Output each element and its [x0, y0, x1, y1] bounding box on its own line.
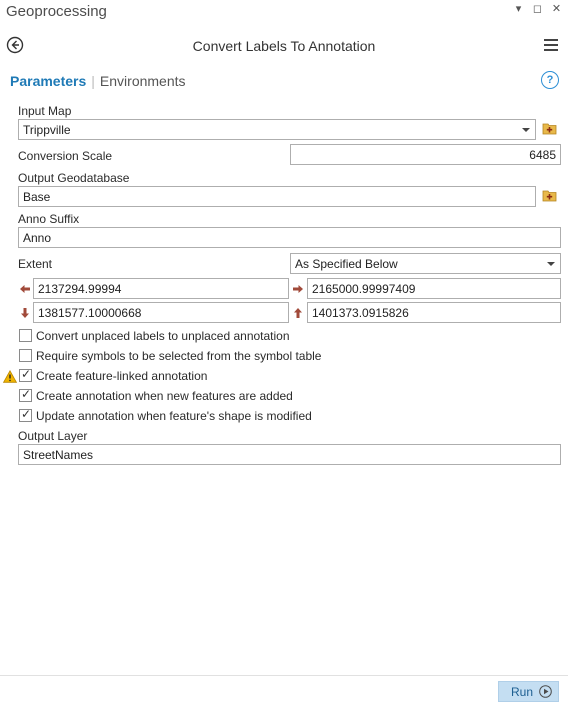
maximize-icon[interactable]: ◻: [532, 2, 543, 15]
play-icon: [539, 685, 552, 698]
input-map-label: Input Map: [18, 104, 72, 118]
create-on-add-checkbox[interactable]: ✓: [19, 387, 32, 402]
output-layer-label: Output Layer: [18, 429, 88, 443]
output-geodatabase-input[interactable]: Base: [18, 186, 536, 207]
arrow-left-icon: [20, 285, 30, 293]
hamburger-menu-icon[interactable]: [544, 39, 558, 51]
tab-strip: Parameters | Environments: [10, 73, 186, 89]
pane-options-icon[interactable]: ▾: [513, 2, 524, 15]
arrow-down-icon: [21, 308, 29, 318]
tab-environments[interactable]: Environments: [100, 73, 186, 89]
convert-unplaced-checkbox[interactable]: [19, 329, 32, 342]
checkmark-icon: ✓: [21, 407, 32, 421]
arrow-right-icon: [293, 285, 303, 293]
checkmark-icon: ✓: [21, 367, 32, 381]
arrow-up-icon: [294, 308, 302, 318]
conversion-scale-label: Conversion Scale: [18, 149, 113, 163]
tool-header: Convert Labels To Annotation: [0, 30, 568, 60]
window-buttons: ▾ ◻ ✕: [513, 2, 562, 15]
chevron-down-icon: [522, 128, 530, 132]
extent-right-input[interactable]: 2165000.99997409: [307, 278, 561, 299]
output-geodatabase-label: Output Geodatabase: [18, 171, 130, 185]
require-symbols-checkbox[interactable]: [19, 349, 32, 362]
create-on-add-label: Create annotation when new features are …: [36, 389, 293, 403]
feature-linked-checkbox[interactable]: ✓: [19, 367, 32, 382]
warning-icon: [3, 370, 17, 383]
pane-title: Geoprocessing: [6, 3, 107, 20]
close-icon[interactable]: ✕: [551, 2, 562, 15]
update-on-shape-label: Update annotation when feature's shape i…: [36, 409, 312, 423]
add-data-icon[interactable]: [542, 121, 557, 136]
extent-mode-value: As Specified Below: [295, 257, 398, 271]
anno-suffix-label: Anno Suffix: [18, 212, 80, 226]
extent-mode-dropdown[interactable]: As Specified Below: [290, 253, 561, 274]
tab-parameters[interactable]: Parameters: [10, 73, 86, 89]
pane-title-bar: Geoprocessing ▾ ◻ ✕: [0, 0, 568, 24]
tool-footer: Run: [0, 675, 568, 705]
output-layer-input[interactable]: StreetNames: [18, 444, 561, 465]
extent-label: Extent: [18, 257, 53, 271]
input-map-value: Trippville: [23, 123, 71, 137]
chevron-down-icon: [547, 262, 555, 266]
checkmark-icon: ✓: [21, 387, 32, 401]
tab-divider: |: [91, 73, 95, 89]
extent-left-input[interactable]: 2137294.99994: [33, 278, 289, 299]
convert-unplaced-label: Convert unplaced labels to unplaced anno…: [36, 329, 290, 343]
feature-linked-label: Create feature-linked annotation: [36, 369, 208, 383]
extent-bottom-input[interactable]: 1381577.10000668: [33, 302, 289, 323]
anno-suffix-input[interactable]: Anno: [18, 227, 561, 248]
conversion-scale-input[interactable]: 6485: [290, 144, 561, 165]
help-icon[interactable]: ?: [541, 71, 559, 89]
run-button[interactable]: Run: [498, 681, 559, 702]
update-on-shape-checkbox[interactable]: ✓: [19, 407, 32, 422]
input-map-dropdown[interactable]: Trippville: [18, 119, 536, 140]
browse-folder-icon[interactable]: [542, 188, 557, 203]
run-button-label: Run: [511, 685, 534, 699]
extent-top-input[interactable]: 1401373.0915826: [307, 302, 561, 323]
require-symbols-label: Require symbols to be selected from the …: [36, 349, 322, 363]
tool-title: Convert Labels To Annotation: [192, 38, 376, 54]
